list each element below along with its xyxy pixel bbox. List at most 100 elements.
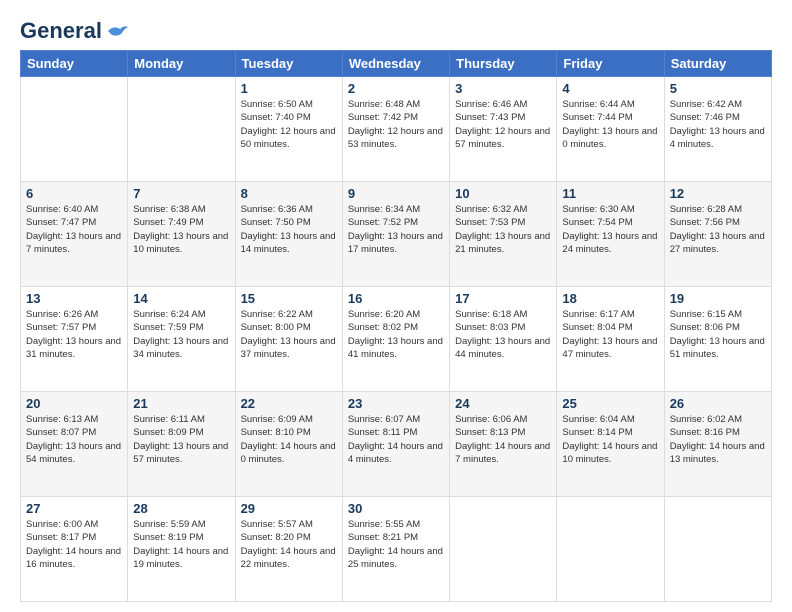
calendar-cell: 23 Sunrise: 6:07 AM Sunset: 8:11 PM Dayli… <box>342 392 449 497</box>
calendar-cell: 9 Sunrise: 6:34 AM Sunset: 7:52 PM Daylig… <box>342 182 449 287</box>
day-number: 22 <box>241 396 337 411</box>
day-info: Sunrise: 6:11 AM Sunset: 8:09 PM Dayligh… <box>133 413 229 466</box>
day-number: 21 <box>133 396 229 411</box>
day-number: 30 <box>348 501 444 516</box>
day-number: 5 <box>670 81 766 96</box>
logo: General <box>20 18 128 40</box>
day-info: Sunrise: 6:32 AM Sunset: 7:53 PM Dayligh… <box>455 203 551 256</box>
calendar-cell: 29Sunrise: 5:57 AM Sunset: 8:20 PM Dayli… <box>235 497 342 602</box>
dow-friday: Friday <box>557 51 664 77</box>
calendar-cell <box>128 77 235 182</box>
day-number: 20 <box>26 396 122 411</box>
calendar-cell: 30 Sunrise: 5:55 AM Sunset: 8:21 PM Dayli… <box>342 497 449 602</box>
day-info: Sunrise: 6:17 AM Sunset: 8:04 PM Dayligh… <box>562 308 658 361</box>
day-info: Sunrise: 6:06 AM Sunset: 8:13 PM Dayligh… <box>455 413 551 466</box>
calendar-cell: 16 Sunrise: 6:20 AM Sunset: 8:02 PM Dayli… <box>342 287 449 392</box>
dow-wednesday: Wednesday <box>342 51 449 77</box>
day-number: 3 <box>455 81 551 96</box>
day-number: 23 <box>348 396 444 411</box>
day-info: Sunrise: 6:00 AM Sunset: 8:17 PM Dayligh… <box>26 518 122 571</box>
calendar-cell: 26Sunrise: 6:02 AM Sunset: 8:16 PM Dayli… <box>664 392 771 497</box>
calendar-cell: 1 Sunrise: 6:50 AM Sunset: 7:40 PM Daylig… <box>235 77 342 182</box>
day-number: 27 <box>26 501 122 516</box>
calendar-cell: 15 Sunrise: 6:22 AM Sunset: 8:00 PM Dayli… <box>235 287 342 392</box>
day-info: Sunrise: 6:22 AM Sunset: 8:00 PM Dayligh… <box>241 308 337 361</box>
day-info: Sunrise: 6:50 AM Sunset: 7:40 PM Dayligh… <box>241 98 337 151</box>
calendar-cell: 5 Sunrise: 6:42 AM Sunset: 7:46 PM Daylig… <box>664 77 771 182</box>
day-info: Sunrise: 6:30 AM Sunset: 7:54 PM Dayligh… <box>562 203 658 256</box>
day-number: 13 <box>26 291 122 306</box>
day-info: Sunrise: 6:34 AM Sunset: 7:52 PM Dayligh… <box>348 203 444 256</box>
header: General <box>20 18 772 40</box>
calendar-cell <box>450 497 557 602</box>
day-number: 26 <box>670 396 766 411</box>
calendar-cell: 21 Sunrise: 6:11 AM Sunset: 8:09 PM Dayli… <box>128 392 235 497</box>
day-info: Sunrise: 6:40 AM Sunset: 7:47 PM Dayligh… <box>26 203 122 256</box>
day-info: Sunrise: 5:59 AM Sunset: 8:19 PM Dayligh… <box>133 518 229 571</box>
day-info: Sunrise: 6:44 AM Sunset: 7:44 PM Dayligh… <box>562 98 658 151</box>
day-number: 4 <box>562 81 658 96</box>
day-number: 16 <box>348 291 444 306</box>
calendar-cell: 24 Sunrise: 6:06 AM Sunset: 8:13 PM Dayli… <box>450 392 557 497</box>
calendar-cell <box>21 77 128 182</box>
calendar-cell: 17 Sunrise: 6:18 AM Sunset: 8:03 PM Dayli… <box>450 287 557 392</box>
day-number: 9 <box>348 186 444 201</box>
day-info: Sunrise: 6:04 AM Sunset: 8:14 PM Dayligh… <box>562 413 658 466</box>
day-info: Sunrise: 6:46 AM Sunset: 7:43 PM Dayligh… <box>455 98 551 151</box>
calendar-cell: 20 Sunrise: 6:13 AM Sunset: 8:07 PM Dayli… <box>21 392 128 497</box>
calendar-cell: 18 Sunrise: 6:17 AM Sunset: 8:04 PM Dayli… <box>557 287 664 392</box>
day-info: Sunrise: 6:28 AM Sunset: 7:56 PM Dayligh… <box>670 203 766 256</box>
calendar-cell: 4 Sunrise: 6:44 AM Sunset: 7:44 PM Daylig… <box>557 77 664 182</box>
page: General SundayMondayTuesdayWednesdayThur… <box>0 0 792 612</box>
day-number: 29 <box>241 501 337 516</box>
day-info: Sunrise: 6:20 AM Sunset: 8:02 PM Dayligh… <box>348 308 444 361</box>
day-info: Sunrise: 6:07 AM Sunset: 8:11 PM Dayligh… <box>348 413 444 466</box>
day-info: Sunrise: 6:18 AM Sunset: 8:03 PM Dayligh… <box>455 308 551 361</box>
day-info: Sunrise: 6:26 AM Sunset: 7:57 PM Dayligh… <box>26 308 122 361</box>
logo-bird-icon <box>106 23 128 39</box>
calendar-cell: 8Sunrise: 6:36 AM Sunset: 7:50 PM Daylig… <box>235 182 342 287</box>
dow-thursday: Thursday <box>450 51 557 77</box>
day-number: 7 <box>133 186 229 201</box>
day-info: Sunrise: 6:42 AM Sunset: 7:46 PM Dayligh… <box>670 98 766 151</box>
dow-monday: Monday <box>128 51 235 77</box>
calendar-cell: 12 Sunrise: 6:28 AM Sunset: 7:56 PM Dayli… <box>664 182 771 287</box>
calendar-cell: 27 Sunrise: 6:00 AM Sunset: 8:17 PM Dayli… <box>21 497 128 602</box>
calendar-cell: 14 Sunrise: 6:24 AM Sunset: 7:59 PM Dayli… <box>128 287 235 392</box>
dow-sunday: Sunday <box>21 51 128 77</box>
day-number: 17 <box>455 291 551 306</box>
calendar-cell: 13 Sunrise: 6:26 AM Sunset: 7:57 PM Dayli… <box>21 287 128 392</box>
day-info: Sunrise: 6:13 AM Sunset: 8:07 PM Dayligh… <box>26 413 122 466</box>
day-number: 1 <box>241 81 337 96</box>
dow-tuesday: Tuesday <box>235 51 342 77</box>
day-info: Sunrise: 6:15 AM Sunset: 8:06 PM Dayligh… <box>670 308 766 361</box>
day-number: 10 <box>455 186 551 201</box>
calendar-cell: 11 Sunrise: 6:30 AM Sunset: 7:54 PM Dayli… <box>557 182 664 287</box>
calendar-cell: 28 Sunrise: 5:59 AM Sunset: 8:19 PM Dayli… <box>128 497 235 602</box>
day-number: 24 <box>455 396 551 411</box>
logo-general-text: General <box>20 18 102 44</box>
day-number: 11 <box>562 186 658 201</box>
calendar-cell <box>557 497 664 602</box>
day-info: Sunrise: 6:09 AM Sunset: 8:10 PM Dayligh… <box>241 413 337 466</box>
calendar-cell: 7 Sunrise: 6:38 AM Sunset: 7:49 PM Daylig… <box>128 182 235 287</box>
day-number: 28 <box>133 501 229 516</box>
dow-saturday: Saturday <box>664 51 771 77</box>
calendar-cell: 6 Sunrise: 6:40 AM Sunset: 7:47 PM Daylig… <box>21 182 128 287</box>
day-number: 6 <box>26 186 122 201</box>
day-number: 15 <box>241 291 337 306</box>
calendar-cell: 22 Sunrise: 6:09 AM Sunset: 8:10 PM Dayli… <box>235 392 342 497</box>
calendar-cell: 19 Sunrise: 6:15 AM Sunset: 8:06 PM Dayli… <box>664 287 771 392</box>
day-number: 19 <box>670 291 766 306</box>
day-number: 12 <box>670 186 766 201</box>
day-number: 2 <box>348 81 444 96</box>
day-info: Sunrise: 6:24 AM Sunset: 7:59 PM Dayligh… <box>133 308 229 361</box>
calendar-cell: 2Sunrise: 6:48 AM Sunset: 7:42 PM Daylig… <box>342 77 449 182</box>
day-number: 18 <box>562 291 658 306</box>
day-number: 14 <box>133 291 229 306</box>
calendar-cell <box>664 497 771 602</box>
calendar-table: SundayMondayTuesdayWednesdayThursdayFrid… <box>20 50 772 602</box>
day-info: Sunrise: 6:38 AM Sunset: 7:49 PM Dayligh… <box>133 203 229 256</box>
day-number: 8 <box>241 186 337 201</box>
day-info: Sunrise: 5:55 AM Sunset: 8:21 PM Dayligh… <box>348 518 444 571</box>
